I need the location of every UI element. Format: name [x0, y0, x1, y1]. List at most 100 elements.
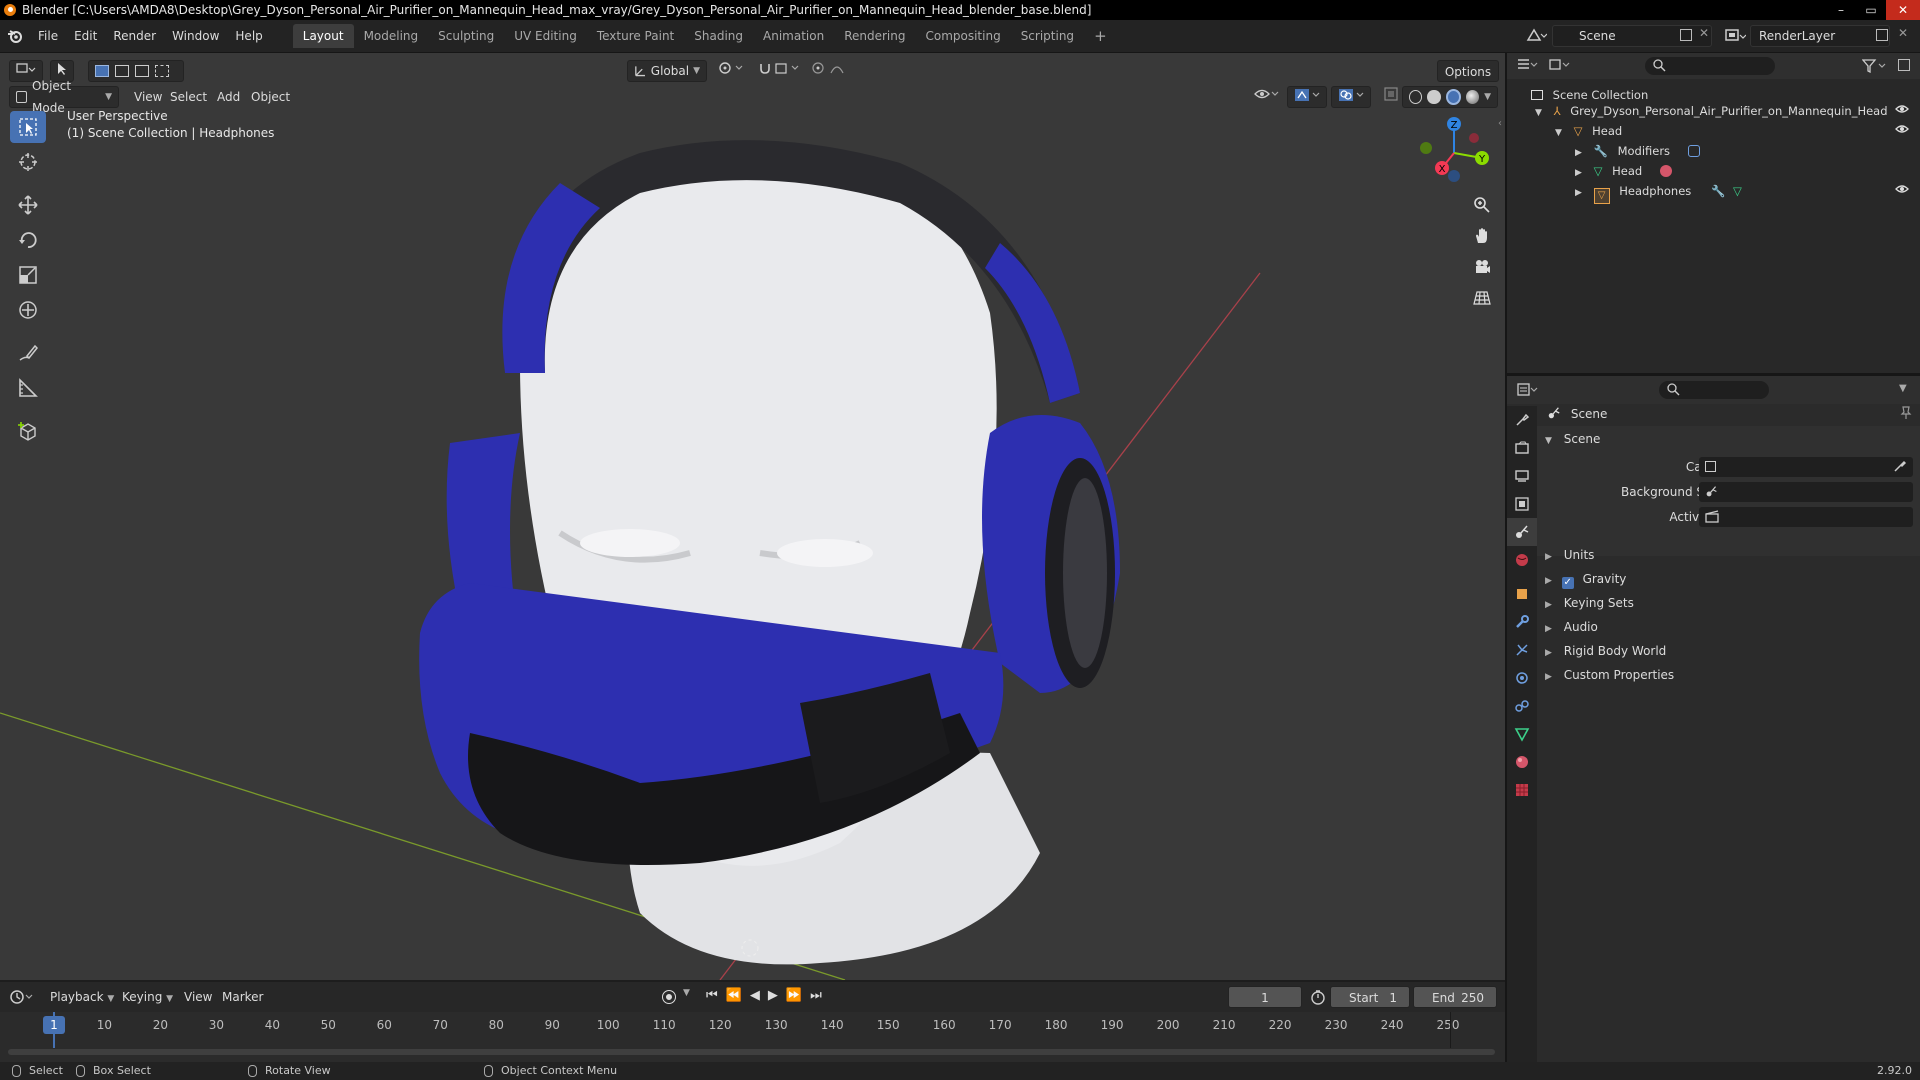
rigid-body-world-panel-header[interactable]: ▶ Rigid Body World: [1545, 641, 1666, 661]
3d-viewport[interactable]: Global ▼ Options Object Mode ▼ View Sele…: [0, 53, 1505, 980]
menu-file[interactable]: File: [30, 24, 66, 48]
add-workspace-button[interactable]: +: [1084, 24, 1117, 48]
expand-arrow-icon[interactable]: ▶: [1575, 168, 1582, 178]
tab-scripting[interactable]: Scripting: [1011, 24, 1084, 48]
rotate-tool[interactable]: [10, 224, 46, 256]
object-mode-dropdown[interactable]: Object Mode ▼: [9, 79, 119, 115]
chevron-down-icon[interactable]: ▼: [1899, 383, 1907, 394]
measure-tool[interactable]: [10, 372, 46, 404]
scene-browse-icon[interactable]: [1525, 26, 1548, 47]
panel-expand-arrow-icon[interactable]: ▶: [1545, 672, 1552, 682]
tab-scene[interactable]: [1507, 518, 1537, 546]
cursor-tool[interactable]: [10, 146, 46, 178]
tab-layout[interactable]: Layout: [292, 24, 354, 48]
jump-to-keyframe-forward-button[interactable]: ⏩: [786, 988, 802, 1003]
pin-icon[interactable]: [1900, 406, 1912, 423]
tab-shading[interactable]: Shading: [684, 24, 753, 48]
expand-arrow-icon[interactable]: ▼: [1555, 128, 1562, 138]
gizmo-toggle[interactable]: [1287, 86, 1327, 108]
auto-keying-record-button[interactable]: [662, 990, 676, 1004]
display-mode-icon[interactable]: [1549, 58, 1571, 75]
menu-add[interactable]: Add: [211, 86, 246, 108]
new-viewlayer-icon[interactable]: [1876, 29, 1888, 41]
camera-field[interactable]: [1699, 457, 1913, 477]
solid-shading-icon[interactable]: [1427, 90, 1441, 104]
visibility-eye-icon[interactable]: [1895, 103, 1909, 118]
background-scene-field[interactable]: [1699, 482, 1913, 502]
new-collection-icon[interactable]: [1898, 59, 1910, 71]
proportional-editing-buttons[interactable]: [805, 60, 855, 82]
outliner-item-grey-dyson[interactable]: ▼ ⅄ Grey_Dyson_Personal_Air_Purifier_on_…: [1535, 101, 1888, 121]
menu-keying[interactable]: Keying ▼: [116, 986, 179, 1008]
panel-expand-arrow-icon[interactable]: ▶: [1545, 648, 1552, 658]
selection-mode-buttons[interactable]: [88, 60, 184, 82]
tab-constraints[interactable]: [1507, 692, 1537, 720]
playhead-frame-badge[interactable]: 1: [43, 1016, 65, 1034]
tab-object[interactable]: [1507, 580, 1537, 608]
jump-to-keyframe-back-button[interactable]: ⏪: [726, 988, 742, 1003]
outliner-search-input[interactable]: [1645, 57, 1775, 75]
toggle-perspective-button[interactable]: [1468, 284, 1496, 312]
new-scene-icon[interactable]: [1680, 29, 1692, 41]
play-button[interactable]: ▶: [768, 988, 778, 1003]
tab-output[interactable]: [1507, 462, 1537, 490]
start-frame-field[interactable]: Start 1: [1330, 986, 1410, 1008]
tab-tool[interactable]: [1507, 406, 1537, 434]
gravity-panel-header[interactable]: ▶ ✓ Gravity: [1545, 569, 1626, 589]
units-panel-header[interactable]: ▶ Units: [1545, 545, 1594, 565]
play-reverse-button[interactable]: ◀: [750, 988, 760, 1003]
close-button[interactable]: ✕: [1886, 0, 1920, 20]
panel-collapse-arrow-icon[interactable]: ▼: [1545, 436, 1552, 446]
tab-modifiers[interactable]: [1507, 608, 1537, 636]
tab-physics[interactable]: [1507, 664, 1537, 692]
menu-edit[interactable]: Edit: [66, 24, 105, 48]
tab-render[interactable]: [1507, 434, 1537, 462]
menu-marker[interactable]: Marker: [216, 986, 269, 1008]
maximize-button[interactable]: ▭: [1856, 0, 1886, 20]
move-tool[interactable]: [10, 189, 46, 221]
visibility-eye-icon[interactable]: [1895, 123, 1909, 138]
select-subtract-icon[interactable]: [135, 65, 149, 77]
outliner-item-headphones[interactable]: ▶ ▽ Headphones 🔧 ▽: [1575, 181, 1742, 204]
panel-expand-arrow-icon[interactable]: ▶: [1545, 576, 1552, 586]
wireframe-shading-icon[interactable]: [1409, 90, 1423, 104]
stopwatch-icon[interactable]: [1310, 989, 1326, 1008]
current-frame-field[interactable]: 1: [1228, 986, 1302, 1008]
panel-expand-arrow-icon[interactable]: ▶: [1545, 600, 1552, 610]
menu-window[interactable]: Window: [164, 24, 227, 48]
filter-icon[interactable]: [1861, 59, 1888, 76]
tab-modeling[interactable]: Modeling: [354, 24, 429, 48]
minimize-button[interactable]: –: [1826, 0, 1856, 20]
chevron-down-icon[interactable]: ▼: [1484, 86, 1491, 108]
snapping-buttons[interactable]: [752, 60, 804, 82]
active-clip-field[interactable]: [1699, 507, 1913, 527]
timeline-scrollbar[interactable]: [8, 1049, 1495, 1055]
properties-search-input[interactable]: [1659, 381, 1769, 399]
menu-view[interactable]: View: [128, 86, 168, 108]
jump-to-start-button[interactable]: ⏮: [706, 988, 718, 1003]
tab-uv-editing[interactable]: UV Editing: [504, 24, 587, 48]
end-frame-field[interactable]: End 250: [1413, 986, 1497, 1008]
panel-expand-arrow-icon[interactable]: ▶: [1545, 624, 1552, 634]
jump-to-end-button[interactable]: ⏭: [810, 988, 822, 1003]
visibility-dropdown[interactable]: [1248, 86, 1282, 108]
expand-arrow-icon[interactable]: ▶: [1575, 148, 1582, 158]
gravity-checkbox[interactable]: ✓: [1561, 577, 1574, 589]
material-preview-shading-icon[interactable]: [1445, 89, 1461, 105]
scale-tool[interactable]: [10, 259, 46, 291]
viewlayer-browse-icon[interactable]: [1724, 28, 1747, 47]
annotate-tool[interactable]: [10, 337, 46, 369]
delete-viewlayer-icon[interactable]: ✕: [1898, 26, 1908, 40]
tab-particles[interactable]: [1507, 636, 1537, 664]
zoom-view-button[interactable]: [1468, 191, 1496, 219]
eyedropper-icon[interactable]: [1893, 459, 1907, 476]
tab-texture-paint[interactable]: Texture Paint: [587, 24, 684, 48]
outliner-editor-type-icon[interactable]: [1517, 58, 1539, 75]
transform-tool[interactable]: [10, 294, 46, 326]
tab-world[interactable]: [1507, 546, 1537, 574]
navigation-gizmo[interactable]: Z Y X: [1412, 108, 1496, 192]
options-dropdown[interactable]: Options: [1437, 60, 1499, 82]
visibility-eye-icon[interactable]: [1895, 183, 1909, 198]
select-invert-icon[interactable]: [155, 65, 169, 77]
menu-select[interactable]: Select: [164, 86, 213, 108]
